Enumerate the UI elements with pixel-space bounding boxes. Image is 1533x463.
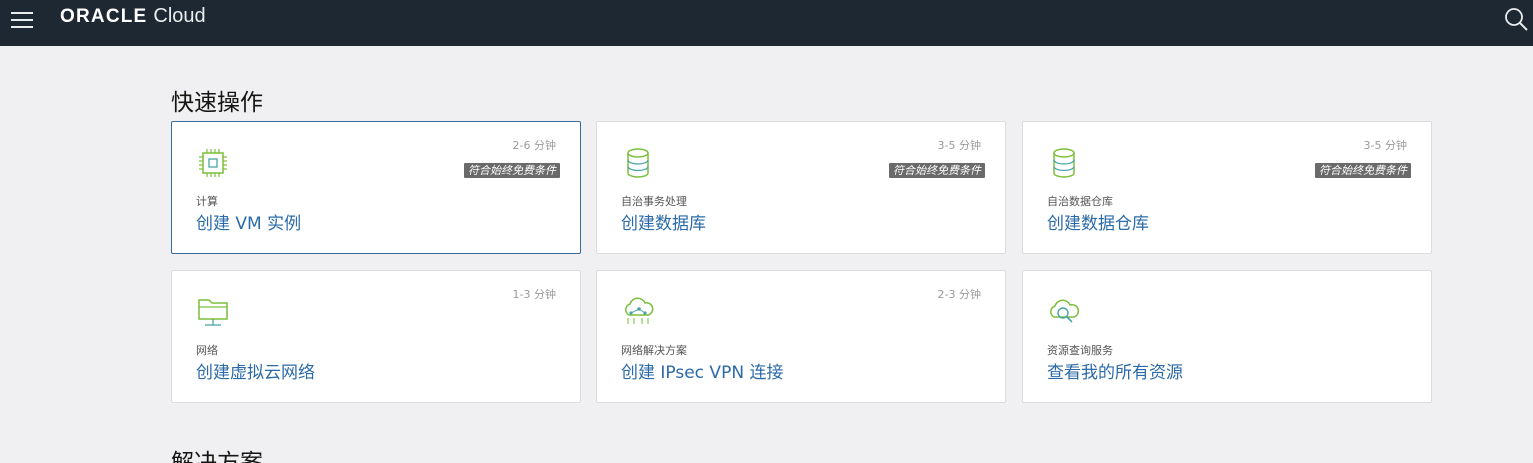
brand-oracle-text: ORACLE (60, 6, 148, 27)
card-category: 资源查询服务 (1047, 344, 1113, 357)
card-create-data-warehouse[interactable]: 3-5 分钟 符合始终免费条件 自治数据仓库 创建数据仓库 (1022, 121, 1432, 254)
card-action-link[interactable]: 创建虚拟云网络 (196, 358, 315, 383)
card-action-link[interactable]: 创建 IPsec VPN 连接 (621, 358, 783, 383)
card-create-ipsec-vpn[interactable]: 2-3 分钟 网络解决方案 创建 IPsec VPN 连接 (596, 270, 1006, 403)
top-navigation-bar: ORACLE Cloud (0, 0, 1533, 46)
card-category: 自治数据仓库 (1047, 195, 1113, 208)
cloud-network-icon (621, 295, 655, 329)
time-estimate: 2-6 分钟 (512, 139, 556, 152)
time-estimate: 2-3 分钟 (937, 288, 981, 301)
oracle-cloud-logo[interactable]: ORACLE Cloud (60, 5, 206, 33)
time-estimate: 1-3 分钟 (512, 288, 556, 301)
database-icon (1047, 146, 1081, 180)
card-action-link[interactable]: 查看我的所有资源 (1047, 358, 1183, 383)
card-category: 网络解决方案 (621, 344, 687, 357)
brand-cloud-text: Cloud (153, 5, 206, 27)
search-icon[interactable] (1503, 6, 1529, 32)
card-create-vm-instance[interactable]: 2-6 分钟 符合始终免费条件 计算 创建 VM 实例 (171, 121, 581, 254)
compute-chip-icon (196, 146, 230, 180)
card-action-link[interactable]: 创建数据仓库 (1047, 209, 1149, 234)
solutions-title: 解决方案 (171, 450, 263, 463)
card-action-link[interactable]: 创建 VM 实例 (196, 209, 301, 234)
card-category: 自治事务处理 (621, 195, 687, 208)
card-create-vcn[interactable]: 1-3 分钟 网络 创建虚拟云网络 (171, 270, 581, 403)
card-create-database[interactable]: 3-5 分钟 符合始终免费条件 自治事务处理 创建数据库 (596, 121, 1006, 254)
card-view-all-resources[interactable]: 资源查询服务 查看我的所有资源 (1022, 270, 1432, 403)
always-free-badge: 符合始终免费条件 (1315, 163, 1411, 178)
quick-actions-title: 快速操作 (171, 90, 263, 116)
card-category: 计算 (196, 195, 218, 208)
time-estimate: 3-5 分钟 (1363, 139, 1407, 152)
always-free-badge: 符合始终免费条件 (464, 163, 560, 178)
cloud-search-icon (1047, 295, 1081, 329)
card-action-link[interactable]: 创建数据库 (621, 209, 706, 234)
hamburger-menu-icon[interactable] (11, 9, 35, 29)
database-icon (621, 146, 655, 180)
network-folder-icon (196, 295, 230, 329)
time-estimate: 3-5 分钟 (937, 139, 981, 152)
card-category: 网络 (196, 344, 218, 357)
always-free-badge: 符合始终免费条件 (889, 163, 985, 178)
